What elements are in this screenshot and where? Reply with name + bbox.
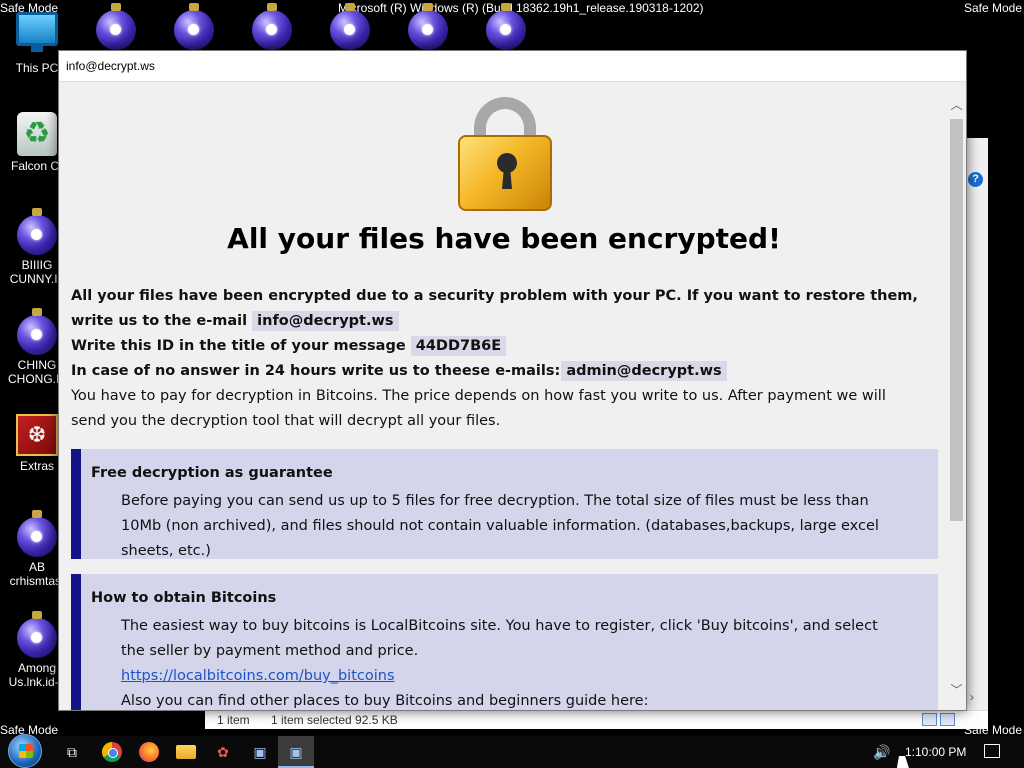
extras-icon: ❆	[16, 414, 58, 456]
windows-logo-icon	[19, 744, 33, 758]
ornament-icon[interactable]	[486, 3, 526, 50]
safe-mode-label-top-right: Safe Mode	[963, 1, 1022, 15]
encryption-notice-text: All your files have been encrypted due t…	[71, 288, 918, 329]
ornament-icon[interactable]	[252, 3, 292, 50]
notification-icon[interactable]	[984, 744, 1000, 758]
section-more: Also you can find other places to buy Bi…	[121, 693, 649, 709]
recycle-bin-icon: ♻	[17, 112, 57, 156]
firefox-icon[interactable]	[139, 742, 159, 762]
section-body: Before paying you can send us up to 5 fi…	[121, 493, 879, 559]
backup-contact: In case of no answer in 24 hours write u…	[71, 359, 937, 384]
payment-instructions: You have to pay for decryption in Bitcoi…	[71, 388, 886, 429]
volume-icon[interactable]: 🔊	[873, 744, 890, 761]
backup-prompt: In case of no answer in 24 hours write u…	[71, 363, 561, 379]
encryption-notice: All your files have been encrypted due t…	[71, 284, 937, 334]
desktop-icon-label: Extras	[19, 459, 54, 473]
start-button[interactable]	[8, 734, 42, 768]
mouse-cursor-icon	[896, 756, 912, 768]
page-title: All your files have been encrypted!	[227, 222, 781, 255]
status-item-count: 1 item	[217, 713, 250, 727]
details-view-icon[interactable]	[922, 713, 937, 726]
ornament-icon[interactable]	[408, 3, 448, 50]
ornament-icon[interactable]	[330, 3, 370, 50]
section-title: How to obtain Bitcoins	[91, 590, 277, 606]
id-prompt: Write this ID in the title of your messa…	[71, 338, 406, 354]
window-title[interactable]: info@decrypt.ws	[59, 51, 966, 82]
vertical-scrollbar[interactable]: ︿ ﹀	[948, 83, 965, 710]
file-explorer-icon[interactable]	[176, 745, 196, 759]
backup-email: admin@decrypt.ws	[561, 361, 727, 381]
installer-icon[interactable]: ▣	[250, 742, 270, 762]
contact-email: info@decrypt.ws	[252, 311, 399, 331]
large-icons-view-icon[interactable]	[940, 713, 955, 726]
desktop-icon-label: This PC	[15, 61, 59, 75]
explorer-status-bar: 1 item 1 item selected 92.5 KB	[205, 710, 988, 729]
chrome-icon[interactable]	[102, 742, 122, 762]
ornament-icon	[17, 208, 57, 255]
scrollbar-thumb[interactable]	[950, 119, 963, 521]
status-selection: 1 item selected 92.5 KB	[271, 713, 398, 727]
id-instruction: Write this ID in the title of your messa…	[71, 334, 937, 359]
clock[interactable]: 1:10:00 PM	[905, 745, 966, 759]
chevron-down-icon[interactable]: ﹀	[948, 680, 965, 700]
installer-icon: ▣	[289, 744, 303, 760]
ornament-icon[interactable]	[96, 3, 136, 50]
active-window-button[interactable]: ▣	[278, 736, 314, 768]
ornament-icon	[17, 510, 57, 557]
computer-icon	[16, 12, 58, 52]
ornament-icon	[17, 308, 57, 355]
chevron-up-icon[interactable]: ︿	[948, 95, 965, 115]
section-title: Free decryption as guarantee	[91, 465, 333, 481]
view-toggle[interactable]	[922, 713, 962, 728]
ransom-note-window[interactable]: info@decrypt.ws All your files have been…	[58, 50, 967, 711]
section-body: The easiest way to buy bitcoins is Local…	[121, 618, 878, 659]
ornament-icon	[17, 611, 57, 658]
taskbar: ⧉ ✿ ▣ ▣ 🔊 1:10:00 PM	[0, 734, 1024, 768]
free-decryption-section: Free decryption as guarantee Before payi…	[71, 449, 938, 559]
desktop-icon-label: Falcon C-	[10, 159, 63, 173]
app-icon[interactable]: ✿	[213, 742, 233, 762]
obtain-bitcoins-section: How to obtain Bitcoins The easiest way t…	[71, 574, 938, 710]
ornament-icon[interactable]	[174, 3, 214, 50]
padlock-icon	[458, 97, 552, 213]
victim-id: 44DD7B6E	[410, 336, 507, 356]
ransom-note-content: All your files have been encrypted! All …	[60, 83, 948, 710]
help-icon[interactable]: ?	[968, 172, 983, 187]
localbitcoins-link[interactable]: https://localbitcoins.com/buy_bitcoins	[121, 668, 395, 684]
task-view-icon[interactable]: ⧉	[62, 742, 82, 762]
windows-build-text: Microsoft (R) Windows (R) (Build 18362.1…	[338, 1, 704, 15]
scroll-right-icon[interactable]: ›	[970, 690, 974, 704]
